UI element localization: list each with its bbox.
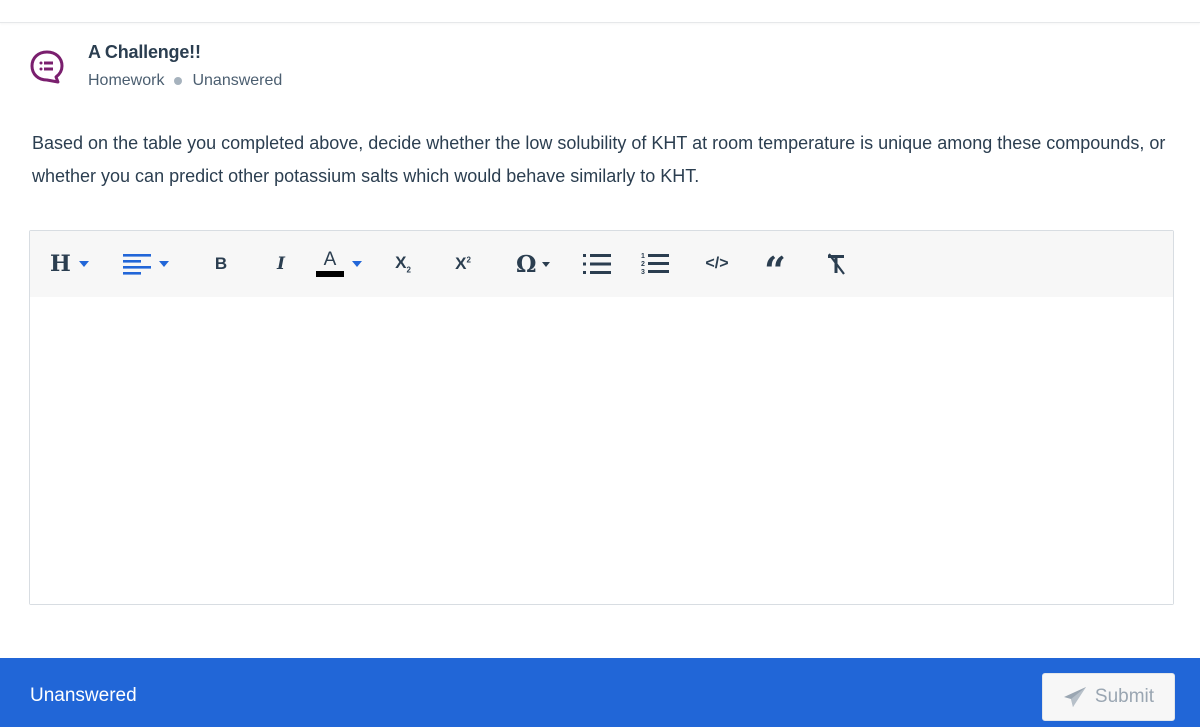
italic-button[interactable]: I — [270, 231, 292, 297]
svg-text:3: 3 — [641, 269, 645, 276]
numbered-list-icon: 1 2 3 — [641, 253, 669, 276]
question-header — [0, 24, 1200, 114]
status-label: Unanswered — [192, 72, 283, 89]
special-chars-button[interactable]: Ω — [516, 231, 551, 297]
code-button[interactable]: </> — [702, 231, 732, 297]
heading-icon: H — [50, 251, 71, 277]
clear-format-button[interactable] — [824, 231, 848, 297]
category-label: Homework — [88, 72, 165, 89]
subscript-icon: X2 — [395, 253, 411, 275]
top-strip — [0, 0, 1200, 23]
question-meta: Homework Unanswered — [88, 72, 282, 90]
submit-label: Submit — [1094, 686, 1155, 707]
chevron-down-icon — [159, 261, 169, 267]
superscript-button[interactable]: X2 — [452, 231, 474, 297]
paper-plane-icon — [1063, 687, 1086, 707]
rich-text-editor: H B I A X2 X2 Ω 1 2 3 </> “ — [29, 230, 1174, 605]
editor-toolbar: H B I A X2 X2 Ω 1 2 3 </> “ — [30, 231, 1173, 297]
question-text: Based on the table you completed above, … — [32, 133, 1166, 186]
question-bubble-icon — [30, 50, 64, 84]
clear-format-icon — [828, 253, 845, 275]
superscript-icon: X2 — [455, 254, 471, 273]
svg-text:1: 1 — [641, 253, 645, 260]
svg-text:2: 2 — [641, 261, 645, 268]
quote-icon: “ — [764, 248, 786, 293]
page-title: A Challenge!! — [88, 42, 201, 62]
italic-icon: I — [277, 254, 285, 274]
code-icon: </> — [705, 255, 729, 272]
footer-bar: Unanswered — [0, 658, 1200, 727]
chevron-down-icon — [352, 261, 362, 267]
answer-input[interactable] — [30, 297, 1173, 604]
subscript-button[interactable]: X2 — [392, 231, 414, 297]
chevron-down-icon — [78, 261, 89, 267]
blockquote-button[interactable]: “ — [763, 231, 787, 297]
text-color-icon: A — [316, 250, 344, 277]
bullet-list-button[interactable] — [583, 231, 611, 297]
submit-button[interactable]: Submit — [1042, 673, 1175, 721]
omega-icon: Ω — [516, 250, 537, 278]
chevron-down-icon — [542, 261, 551, 267]
bullet-list-icon — [583, 254, 611, 274]
bold-icon: B — [214, 254, 228, 273]
footer-status: Unanswered — [30, 685, 137, 706]
text-color-button[interactable]: A — [316, 231, 362, 297]
align-button[interactable] — [123, 231, 169, 297]
color-swatch — [316, 271, 344, 277]
heading-button[interactable]: H — [50, 231, 89, 297]
align-left-icon — [123, 254, 151, 275]
numbered-list-button[interactable]: 1 2 3 — [641, 231, 669, 297]
separator-dot — [174, 77, 183, 85]
bold-button[interactable]: B — [210, 231, 232, 297]
